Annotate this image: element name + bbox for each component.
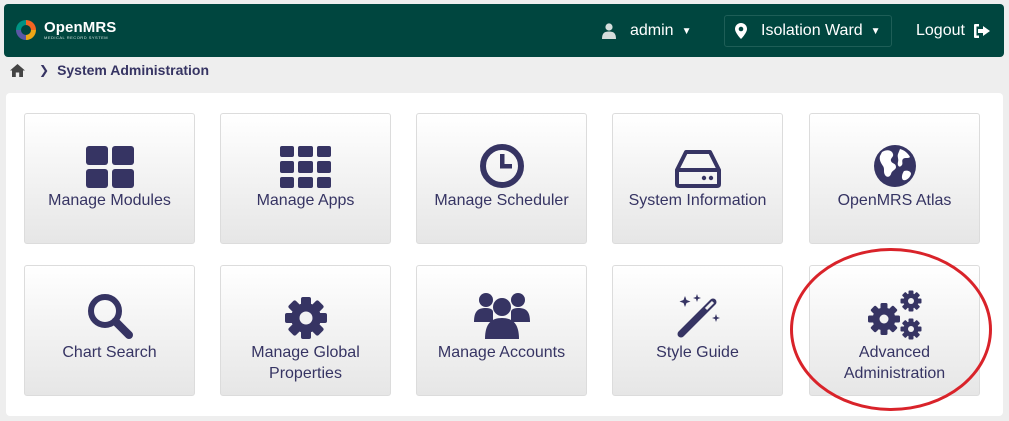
tile-label: Manage Apps [256,192,355,209]
logo-tagline: MEDICAL RECORD SYSTEM [44,35,109,40]
magic-wand-icon [675,284,721,340]
breadcrumb-current: System Administration [57,62,210,78]
logout-link[interactable]: Logout [916,22,991,40]
logout-label: Logout [916,22,965,39]
th-icon [280,132,331,188]
hdd-icon [674,132,721,188]
cog-icon [284,284,328,340]
openmrs-logo[interactable]: OpenMRS MEDICAL RECORD SYSTEM [14,18,116,42]
chevron-right-icon: ❯ [39,63,50,77]
th-large-icon [85,132,134,188]
manage-accounts-tile[interactable]: Manage Accounts [416,265,587,396]
tile-label: System Information [628,192,767,209]
users-icon [473,284,530,340]
globe-icon [873,132,917,188]
user-icon [602,23,616,39]
manage-scheduler-tile[interactable]: Manage Scheduler [416,113,587,244]
home-icon[interactable] [10,63,25,77]
tile-label: Manage Modules [48,192,171,209]
style-guide-tile[interactable]: Style Guide [612,265,783,396]
location-selector[interactable]: Isolation Ward ▼ [724,15,892,47]
tile-label: Chart Search [62,344,157,361]
location-label: Isolation Ward [761,22,863,39]
system-information-tile[interactable]: System Information [612,113,783,244]
tile-label: Manage Accounts [437,344,566,361]
user-menu[interactable]: admin ▼ [602,22,691,40]
map-marker-icon [735,23,747,39]
logo-name: OpenMRS [44,19,117,36]
tile-label: Manage Scheduler [434,192,569,209]
openmrs-logo-icon [16,20,36,40]
sign-out-icon [973,24,990,38]
tile-label: Manage Global Properties [251,344,360,382]
chevron-down-icon: ▼ [681,25,692,37]
username-label: admin [630,22,674,39]
chart-search-tile[interactable]: Chart Search [24,265,195,396]
manage-apps-tile[interactable]: Manage Apps [220,113,391,244]
chevron-down-icon: ▼ [870,25,881,37]
clock-icon [479,132,524,188]
cogs-icon [867,284,923,340]
manage-modules-tile[interactable]: Manage Modules [24,113,195,244]
top-header: OpenMRS MEDICAL RECORD SYSTEM admin ▼ Is… [4,4,1004,57]
advanced-administration-tile[interactable]: Advanced Administration [809,265,980,396]
manage-global-properties-tile[interactable]: Manage Global Properties [220,265,391,396]
tile-label: Style Guide [656,344,739,361]
tile-label: Advanced Administration [843,344,946,382]
search-icon [86,284,134,340]
breadcrumb: ❯ System Administration [10,62,209,78]
openmrs-atlas-tile[interactable]: OpenMRS Atlas [809,113,980,244]
tile-label: OpenMRS Atlas [837,192,952,209]
